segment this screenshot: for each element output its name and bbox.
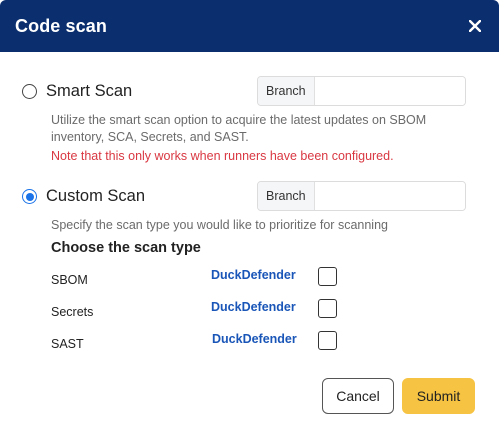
custom-scan-option[interactable]: Custom Scan [22, 187, 145, 206]
scan-type-label: SBOM [51, 273, 88, 287]
smart-scan-note: Note that this only works when runners h… [51, 149, 394, 163]
custom-scan-label: Custom Scan [46, 187, 146, 205]
scan-vendor-label: DuckDefender [211, 268, 296, 282]
smart-scan-branch-field: Branch [257, 76, 466, 106]
custom-scan-radio[interactable] [22, 189, 37, 204]
branch-label: Branch [258, 182, 315, 210]
smart-scan-description: Utilize the smart scan option to acquire… [51, 113, 427, 144]
sbom-checkbox[interactable] [318, 267, 337, 286]
scan-vendor-label: DuckDefender [212, 332, 297, 346]
custom-scan-description: Specify the scan type you would like to … [51, 218, 388, 232]
custom-scan-branch-field: Branch [257, 181, 466, 211]
code-scan-dialog: Code scan Smart Scan Branch Utilize the … [0, 0, 499, 436]
scan-type-label: Secrets [51, 305, 94, 319]
scan-vendor-label: DuckDefender [211, 300, 296, 314]
dialog-header: Code scan [0, 0, 499, 52]
smart-scan-label: Smart Scan [46, 82, 133, 100]
secrets-checkbox[interactable] [318, 299, 337, 318]
smart-scan-radio[interactable] [22, 84, 37, 99]
custom-scan-branch-input[interactable] [314, 182, 465, 210]
dialog-title: Code scan [15, 15, 107, 36]
cancel-button[interactable]: Cancel [322, 378, 394, 414]
branch-label: Branch [258, 77, 315, 105]
close-icon[interactable] [465, 16, 485, 36]
smart-scan-option[interactable]: Smart Scan [22, 82, 132, 101]
scan-type-heading: Choose the scan type [51, 240, 201, 256]
scan-type-label: SAST [51, 337, 84, 351]
sast-checkbox[interactable] [318, 331, 337, 350]
submit-button[interactable]: Submit [402, 378, 475, 414]
smart-scan-branch-input[interactable] [314, 77, 465, 105]
